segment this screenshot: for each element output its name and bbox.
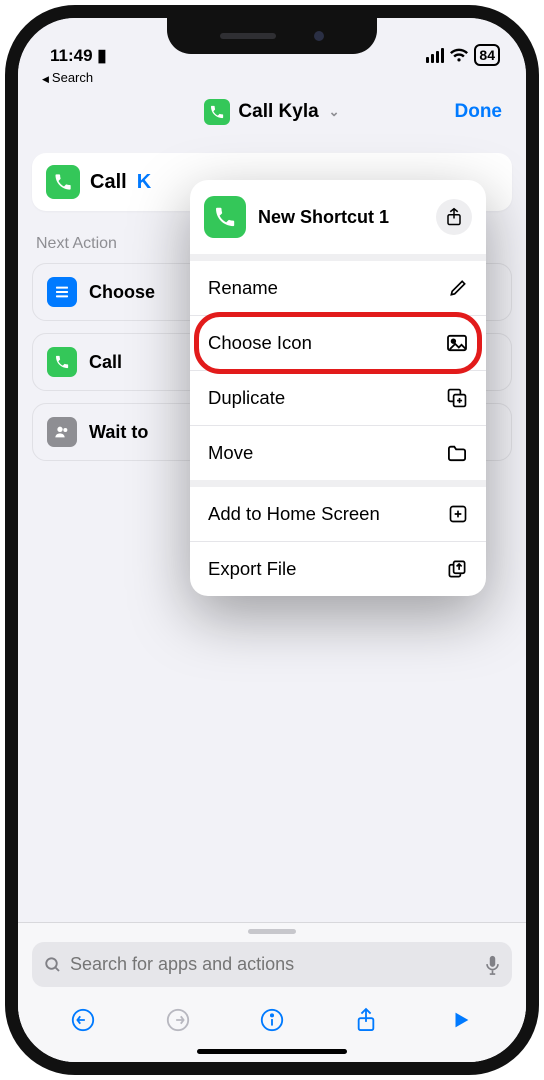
person-icon: [47, 417, 77, 447]
export-icon: [446, 558, 468, 580]
play-button[interactable]: [446, 1005, 476, 1035]
pencil-icon: [448, 278, 468, 298]
phone-icon: [204, 99, 230, 125]
chevron-down-icon[interactable]: ⌄: [329, 104, 340, 120]
context-menu: New Shortcut 1 Rename Choose Icon D: [190, 180, 486, 596]
popup-title: New Shortcut 1: [258, 207, 424, 228]
menu-icon: [47, 277, 77, 307]
search-bar[interactable]: [32, 942, 512, 987]
done-button[interactable]: Done: [455, 101, 503, 123]
menu-item-rename[interactable]: Rename: [190, 261, 486, 316]
bottom-panel: [18, 922, 526, 1062]
redo-button[interactable]: [163, 1005, 193, 1035]
plus-square-icon: [448, 504, 468, 524]
search-input[interactable]: [70, 954, 477, 975]
battery-icon: 84: [474, 44, 500, 66]
back-to-search-link[interactable]: Search: [18, 70, 526, 85]
action-verb: Call: [90, 171, 127, 194]
menu-item-choose-icon[interactable]: Choose Icon: [190, 316, 486, 371]
toolbar: [18, 997, 526, 1043]
device-frame: 11:49 ▮ 84 Search Call Kyla ⌄ Done: [5, 5, 539, 1075]
home-indicator[interactable]: [197, 1049, 347, 1054]
share-button[interactable]: [436, 199, 472, 235]
notch: [167, 18, 377, 54]
duplicate-icon: [446, 387, 468, 409]
menu-item-duplicate[interactable]: Duplicate: [190, 371, 486, 426]
title-bar: Call Kyla ⌄ Done: [18, 85, 526, 139]
info-button[interactable]: [257, 1005, 287, 1035]
mic-icon[interactable]: [485, 955, 500, 975]
phone-icon: [47, 347, 77, 377]
image-icon: [446, 334, 468, 352]
menu-item-move[interactable]: Move: [190, 426, 486, 487]
menu-item-export[interactable]: Export File: [190, 542, 486, 596]
signal-bars-icon: [426, 48, 444, 63]
search-icon: [44, 956, 62, 974]
phone-icon: [204, 196, 246, 238]
phone-icon: [46, 165, 80, 199]
action-argument: K: [137, 171, 151, 194]
page-title[interactable]: Call Kyla: [238, 101, 318, 123]
undo-button[interactable]: [68, 1005, 98, 1035]
wifi-icon: [449, 48, 469, 63]
share-button[interactable]: [351, 1005, 381, 1035]
drag-handle[interactable]: [248, 929, 296, 934]
folder-icon: [446, 444, 468, 462]
status-time: 11:49 ▮: [50, 46, 107, 66]
menu-item-add-home[interactable]: Add to Home Screen: [190, 487, 486, 542]
popup-header: New Shortcut 1: [190, 180, 486, 261]
screen: 11:49 ▮ 84 Search Call Kyla ⌄ Done: [18, 18, 526, 1062]
